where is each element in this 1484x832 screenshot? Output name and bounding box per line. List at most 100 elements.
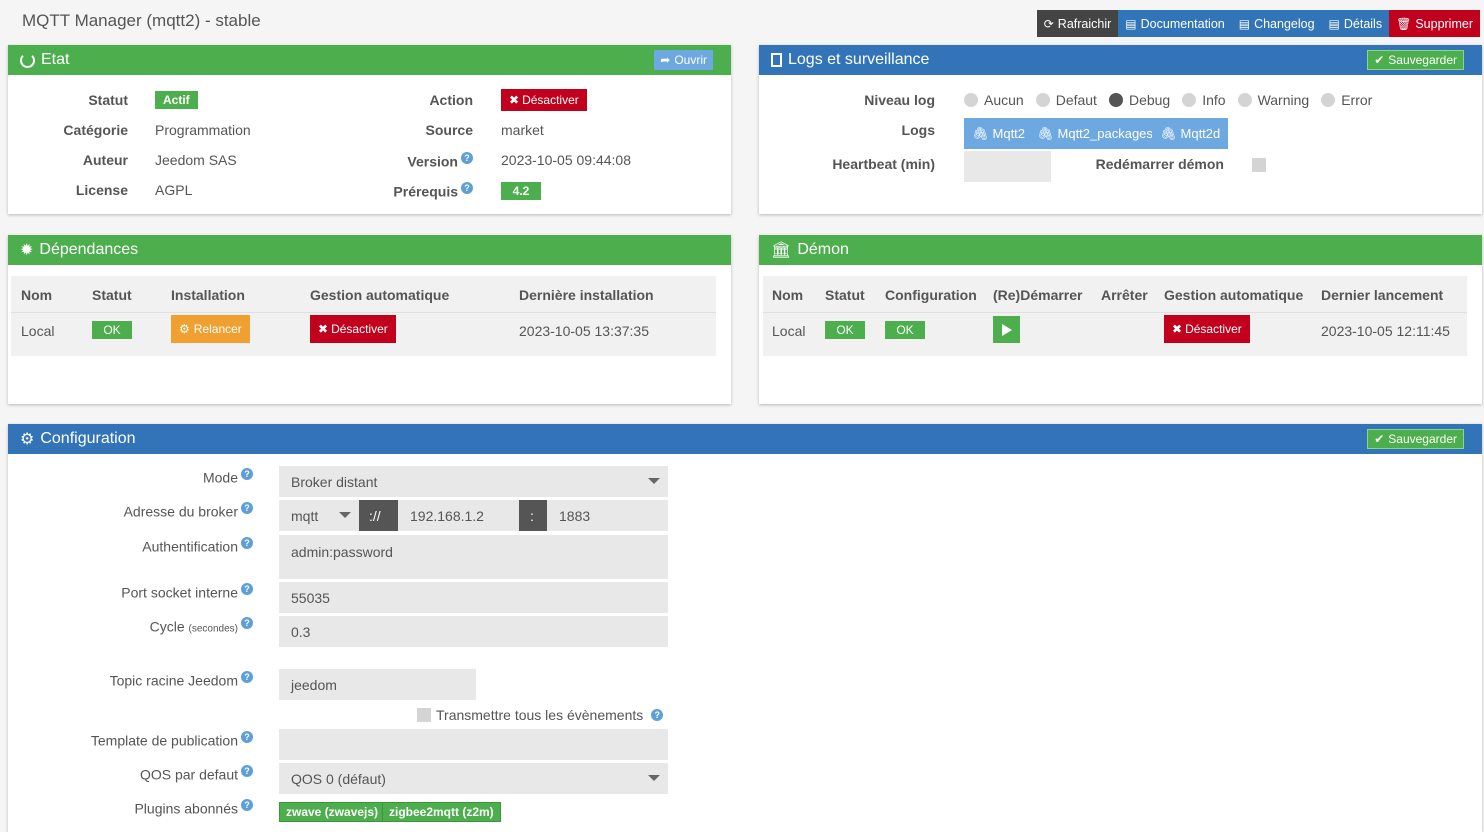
help-icon[interactable]: ? bbox=[241, 799, 253, 811]
dep-last-install: 2023-10-05 13:37:35 bbox=[519, 323, 649, 339]
auth-textarea[interactable]: admin:password bbox=[279, 535, 668, 579]
help-icon[interactable]: ? bbox=[241, 731, 253, 743]
demon-last-launch: 2023-10-05 12:11:45 bbox=[1321, 323, 1450, 339]
heartbeat-input[interactable] bbox=[964, 151, 1051, 182]
radio-error[interactable]: Error bbox=[1321, 92, 1372, 108]
top-toolbar: ⟳ Rafraichir ▤ Documentation ▤ Changelog ▤ D… bbox=[1036, 10, 1480, 37]
deactivate-plugin-button[interactable]: ✖ Désactiver bbox=[501, 89, 587, 111]
help-icon[interactable]: ? bbox=[241, 765, 253, 777]
help-icon[interactable]: ? bbox=[241, 583, 253, 595]
close-icon: ✖ bbox=[1172, 322, 1183, 336]
log-button-mqtt2[interactable]: 🖇 Mqtt2 bbox=[964, 118, 1034, 149]
radio-defaut[interactable]: Defaut bbox=[1035, 92, 1097, 108]
transmit-checkbox[interactable] bbox=[417, 708, 431, 722]
refresh-button[interactable]: ⟳ Rafraichir bbox=[1036, 10, 1119, 37]
broker-label-text: Adresse du broker bbox=[123, 503, 238, 520]
radio-debug[interactable]: Debug bbox=[1108, 92, 1170, 108]
close-icon: ✖ bbox=[509, 93, 520, 107]
gears-icon: ⚙ bbox=[20, 431, 35, 448]
log-level-radios: Aucun Defaut Debug Info Warning Error bbox=[964, 92, 1384, 108]
gear-icon: ✹ bbox=[20, 242, 34, 259]
port-separator: : bbox=[519, 500, 547, 531]
log-button-mqtt2-packages[interactable]: 🖇 Mqtt2_packages bbox=[1029, 118, 1161, 149]
broker-label: Adresse du broker? bbox=[124, 502, 253, 520]
radio-label: Warning bbox=[1257, 92, 1310, 108]
help-icon[interactable]: ? bbox=[241, 537, 253, 549]
column-header: (Re)Démarrer bbox=[993, 287, 1083, 303]
topic-label: Topic racine Jeedom? bbox=[110, 671, 253, 689]
open-button[interactable]: ➦ Ouvrir bbox=[654, 50, 713, 70]
play-icon bbox=[1001, 323, 1012, 336]
book-icon: ▤ bbox=[1238, 16, 1251, 31]
niveau-log-label: Niveau log bbox=[864, 92, 935, 108]
license-label: License bbox=[75, 182, 128, 198]
details-button[interactable]: ▤ Détails bbox=[1321, 10, 1390, 37]
logs-save-label: Sauvegarder bbox=[1388, 53, 1457, 67]
mode-select[interactable]: Broker distant bbox=[279, 466, 668, 497]
radio-aucun[interactable]: Aucun bbox=[964, 92, 1024, 108]
column-header: Configuration bbox=[885, 287, 977, 303]
version-value: 2023-10-05 09:44:08 bbox=[501, 152, 631, 168]
help-icon[interactable]: ? bbox=[461, 152, 473, 164]
etat-title: Etat bbox=[41, 51, 70, 68]
column-header: Installation bbox=[171, 287, 245, 303]
radio-label: Aucun bbox=[984, 92, 1024, 108]
radio-label: Defaut bbox=[1055, 92, 1097, 108]
broker-port-input[interactable]: 1883 bbox=[547, 500, 668, 531]
log-button-mqtt2d[interactable]: 🖇 Mqtt2d bbox=[1152, 118, 1229, 149]
close-icon: ✖ bbox=[318, 322, 329, 336]
documentation-label: Documentation bbox=[1140, 16, 1225, 31]
demon-auto-deactivate-button[interactable]: ✖ Désactiver bbox=[1164, 315, 1250, 343]
configuration-header: ⚙ Configuration ✔ Sauvegarder bbox=[8, 424, 1482, 454]
help-icon[interactable]: ? bbox=[461, 182, 473, 194]
open-label: Ouvrir bbox=[674, 53, 707, 67]
changelog-label: Changelog bbox=[1254, 16, 1315, 31]
broker-host-input[interactable]: 192.168.1.2 bbox=[398, 500, 519, 531]
dep-auto-deactivate-button[interactable]: ✖ Désactiver bbox=[310, 315, 396, 343]
documentation-button[interactable]: ▤ Documentation bbox=[1118, 10, 1232, 37]
radio-dot bbox=[1035, 93, 1050, 107]
logs-title: Logs et surveillance bbox=[788, 51, 930, 68]
column-header: Nom bbox=[772, 287, 804, 303]
topic-input[interactable]: jeedom bbox=[279, 669, 476, 700]
check-circle-icon: ✔ bbox=[1374, 432, 1385, 446]
qos-select[interactable]: QOS 0 (défaut) bbox=[279, 763, 668, 794]
config-save-button[interactable]: ✔ Sauvegarder bbox=[1367, 429, 1464, 449]
cycle-input[interactable]: 0.3 bbox=[279, 616, 668, 647]
dependances-panel: ✹ Dépendances Nom Statut Installation Ge… bbox=[8, 235, 731, 404]
protocol-select[interactable]: mqtt bbox=[279, 500, 359, 531]
file-icon bbox=[771, 53, 782, 67]
demon-title: Démon bbox=[797, 241, 849, 258]
log-button-label: Mqtt2d bbox=[1180, 126, 1221, 141]
transmit-all-events[interactable]: Transmettre tous les évènements? bbox=[417, 707, 664, 723]
dep-status-badge: OK bbox=[92, 321, 132, 339]
help-icon[interactable]: ? bbox=[241, 502, 253, 514]
trash-icon: 🗑 bbox=[1396, 16, 1412, 31]
changelog-button[interactable]: ▤ Changelog bbox=[1231, 10, 1322, 37]
categorie-value: Programmation bbox=[155, 122, 251, 138]
bank-icon: 🏛 bbox=[771, 242, 792, 259]
heartbeat-label: Heartbeat (min) bbox=[832, 156, 935, 172]
relaunch-button[interactable]: ⚙ Relancer bbox=[171, 315, 250, 343]
restart-daemon-checkbox[interactable] bbox=[1252, 158, 1266, 172]
help-icon[interactable]: ? bbox=[241, 617, 253, 629]
socket-port-input[interactable]: 55035 bbox=[279, 582, 668, 613]
transmit-label: Transmettre tous les évènements bbox=[436, 707, 644, 723]
radio-warning[interactable]: Warning bbox=[1237, 92, 1310, 108]
source-value: market bbox=[501, 122, 544, 138]
divider bbox=[763, 312, 1467, 313]
help-icon[interactable]: ? bbox=[241, 468, 253, 480]
mode-label: Mode? bbox=[203, 468, 253, 486]
version-label: Version? bbox=[358, 152, 473, 170]
categorie-label: Catégorie bbox=[63, 122, 128, 138]
start-daemon-button[interactable] bbox=[993, 316, 1020, 343]
help-icon[interactable]: ? bbox=[241, 671, 253, 683]
radio-info[interactable]: Info bbox=[1182, 92, 1226, 108]
template-label-text: Template de publication bbox=[90, 732, 238, 749]
template-input[interactable] bbox=[279, 729, 668, 760]
logs-save-button[interactable]: ✔ Sauvegarder bbox=[1367, 50, 1464, 70]
dependances-header: ✹ Dépendances bbox=[8, 235, 731, 265]
delete-button[interactable]: 🗑 Supprimer bbox=[1389, 10, 1480, 37]
prerequis-label-text: Prérequis bbox=[393, 183, 458, 200]
help-icon[interactable]: ? bbox=[651, 709, 664, 721]
